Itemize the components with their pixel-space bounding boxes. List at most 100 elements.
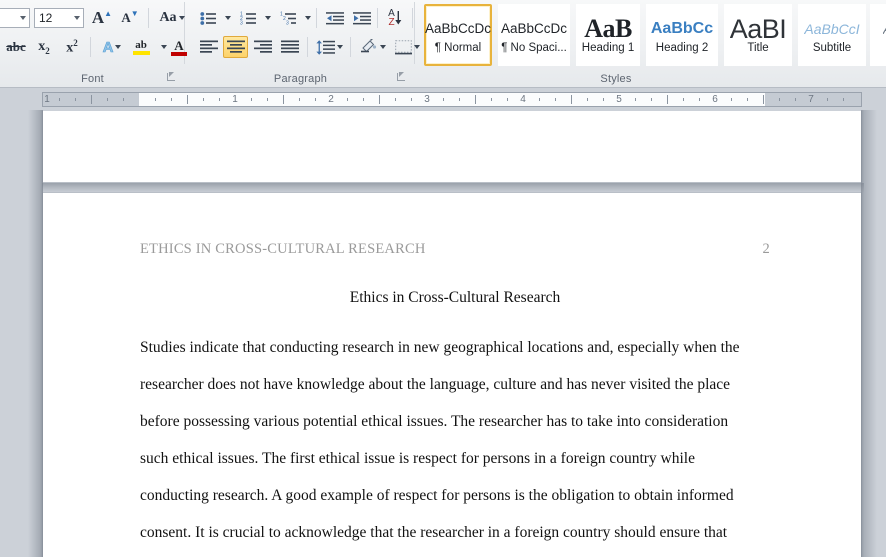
change-case-button[interactable]: Aa	[155, 7, 189, 29]
paragraph-line: Studies indicate that conducting researc…	[140, 339, 740, 356]
justify-button[interactable]	[277, 36, 302, 58]
svg-text:3: 3	[286, 20, 289, 25]
ruler-tick	[667, 95, 668, 104]
numbering-dropdown-button[interactable]	[260, 7, 273, 29]
style-name: ¶ No Spaci...	[501, 42, 567, 54]
style-item-subtitle[interactable]: AaBbCcI Subtitle	[798, 4, 866, 66]
text-effects-dropdown-icon[interactable]	[115, 45, 122, 49]
font-dialog-launcher[interactable]	[165, 71, 177, 83]
ribbon-group-styles: AaBbCcDc ¶ Normal AaBbCcDc ¶ No Spaci...…	[416, 0, 886, 87]
numbering-icon: 1 2 3	[240, 11, 256, 26]
ruler-tick	[411, 98, 412, 101]
multilevel-list-dropdown-button[interactable]	[300, 7, 313, 29]
body-paragraph[interactable]: Studies indicate that conducting researc…	[140, 329, 774, 551]
shading-dropdown-icon[interactable]	[379, 45, 386, 49]
superscript-button[interactable]: x2	[58, 36, 86, 58]
ruler-tick	[219, 98, 220, 101]
ruler-tick	[491, 98, 492, 101]
paragraph-separator-3	[412, 8, 413, 28]
font-size-combo[interactable]: 12	[34, 8, 84, 28]
page-number: 2	[762, 241, 770, 257]
ruler-label: 7	[808, 94, 814, 105]
paragraph-line: conducting research. A good example of r…	[140, 487, 734, 504]
style-preview: AaB	[584, 16, 632, 42]
subscript-button[interactable]: x2	[30, 36, 58, 58]
paragraph-line: consent. It is crucial to acknowledge th…	[140, 524, 728, 541]
document-canvas[interactable]: ETHICS IN CROSS-CULTURAL RESEARCH 2 Ethi…	[0, 110, 886, 557]
line-spacing-button[interactable]	[313, 36, 345, 58]
multilevel-list-button[interactable]: 1 2 3	[276, 7, 300, 29]
style-item-subtle[interactable]: AaBb Subtl	[870, 4, 886, 66]
font-group-separator	[148, 8, 149, 28]
text-effects-button[interactable]: A	[96, 36, 128, 58]
bullets-dropdown-button[interactable]	[220, 7, 233, 29]
ruler-tick	[459, 98, 460, 101]
ruler-label: 4	[520, 94, 526, 105]
align-left-icon	[199, 40, 218, 53]
font-name-dropdown-icon[interactable]	[13, 9, 29, 27]
ruler-tick	[171, 98, 172, 101]
ribbon: n 12 A ▲ A ▼ Aa abc	[0, 0, 886, 88]
paragraph-separator-1	[316, 8, 317, 28]
line-spacing-icon	[315, 39, 335, 55]
change-case-dropdown-icon[interactable]	[178, 16, 185, 20]
borders-icon	[394, 39, 412, 54]
styles-group-label: Styles	[600, 73, 632, 85]
paragraph-group-label: Paragraph	[273, 73, 328, 85]
style-item-normal[interactable]: AaBbCcDc ¶ Normal	[424, 4, 492, 66]
align-center-button[interactable]	[223, 36, 248, 58]
font-name-combo[interactable]: n	[0, 8, 30, 28]
strikethrough-button[interactable]: abc	[2, 36, 30, 58]
align-right-icon	[253, 40, 272, 53]
style-item-heading-1[interactable]: AaB Heading 1	[576, 4, 640, 66]
style-preview: AaBbCcDc	[424, 21, 492, 36]
ruler-tick	[603, 98, 604, 101]
grow-font-button[interactable]: A ▲	[90, 7, 114, 29]
ruler-tick	[779, 98, 780, 101]
align-left-button[interactable]	[196, 36, 221, 58]
style-name: ¶ Normal	[434, 42, 482, 54]
document-title[interactable]: Ethics in Cross-Cultural Research	[140, 289, 770, 307]
ruler-tick	[555, 98, 556, 101]
ruler-tick	[699, 98, 700, 101]
style-item-no-spacing[interactable]: AaBbCcDc ¶ No Spaci...	[498, 4, 570, 66]
shading-button[interactable]	[356, 36, 388, 58]
ruler-tick	[379, 95, 380, 104]
document-page[interactable]: ETHICS IN CROSS-CULTURAL RESEARCH 2 Ethi…	[42, 192, 862, 557]
ruler-tick	[571, 95, 572, 104]
ruler-tick	[795, 98, 796, 101]
horizontal-ruler[interactable]: 1 1 2 3 4 5 6 7	[42, 92, 862, 107]
previous-page-bottom[interactable]	[42, 111, 862, 183]
sort-arrow-icon	[395, 11, 402, 25]
increase-indent-icon	[352, 11, 371, 24]
style-preview: AaBI	[729, 16, 787, 42]
ruler-label: 1	[232, 94, 238, 105]
page-header[interactable]: ETHICS IN CROSS-CULTURAL RESEARCH 2	[140, 241, 770, 258]
paragraph-line: researcher does not have knowledge about…	[140, 376, 731, 393]
style-item-heading-2[interactable]: AaBbCc Heading 2	[646, 4, 718, 66]
shrink-font-arrow-icon: ▼	[130, 8, 139, 18]
line-spacing-dropdown-icon[interactable]	[336, 45, 343, 49]
increase-indent-button[interactable]	[349, 7, 374, 29]
decrease-indent-button[interactable]	[322, 7, 347, 29]
bullets-button[interactable]	[196, 7, 220, 29]
numbering-button[interactable]: 1 2 3	[236, 7, 260, 29]
bullets-icon	[199, 11, 216, 25]
style-item-title[interactable]: AaBI Title	[724, 4, 792, 66]
ruler-tick	[539, 98, 540, 101]
paragraph-dialog-launcher[interactable]	[395, 71, 407, 83]
ruler-tick	[651, 98, 652, 101]
header-title: ETHICS IN CROSS-CULTURAL RESEARCH	[140, 241, 426, 257]
ruler-label: 2	[328, 94, 334, 105]
multilevel-list-icon: 1 2 3	[280, 11, 296, 26]
font-size-dropdown-icon[interactable]	[67, 9, 83, 27]
shrink-font-button[interactable]: A ▼	[118, 7, 142, 29]
align-right-button[interactable]	[250, 36, 275, 58]
sort-icon: AZ	[388, 8, 395, 28]
ruler-tick	[123, 98, 124, 101]
ruler-tick	[203, 98, 204, 101]
strikethrough-icon: abc	[6, 39, 26, 54]
ruler-bar: 1 1 2 3 4 5 6 7	[0, 88, 886, 200]
shrink-font-icon: A	[121, 10, 131, 25]
sort-button[interactable]: AZ	[382, 7, 408, 29]
